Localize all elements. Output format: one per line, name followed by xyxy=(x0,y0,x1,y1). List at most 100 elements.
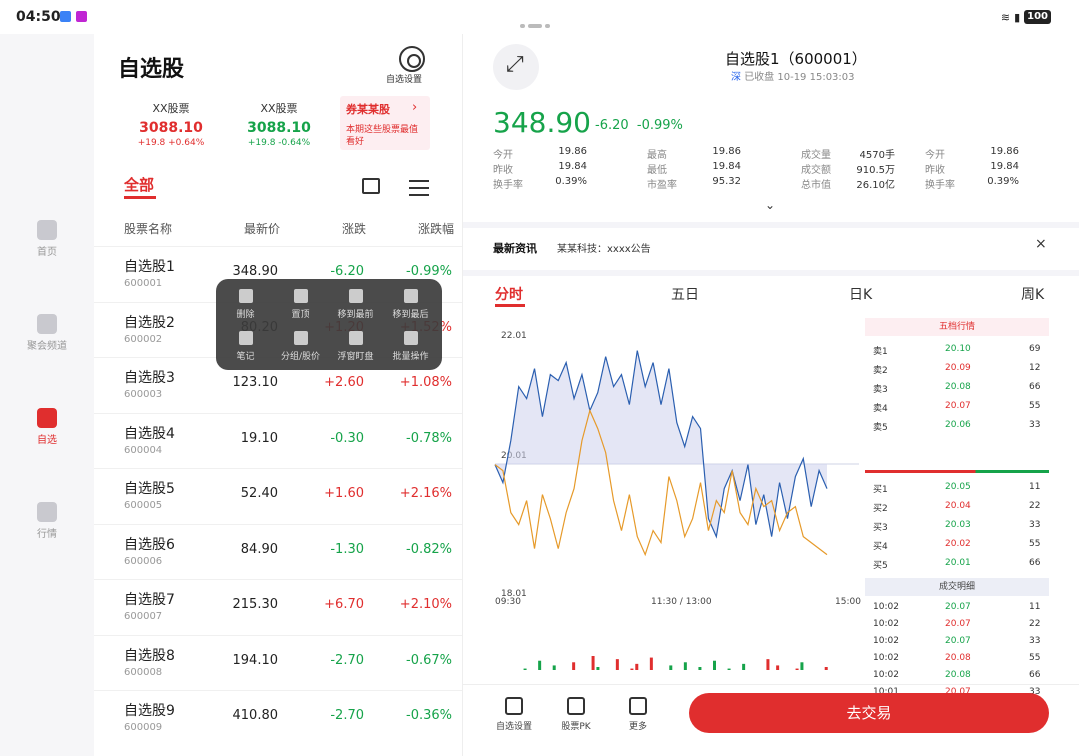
index-name: XX股票 xyxy=(260,102,298,115)
index-value: 3088.10 xyxy=(247,120,311,136)
level-label: 卖5 xyxy=(873,423,888,433)
status-time: 04:50 xyxy=(16,9,61,25)
stock-title: 自选股1（600001） xyxy=(725,50,867,68)
level-label: 10:02 xyxy=(873,670,899,680)
quote-value: 19.84 xyxy=(712,161,741,172)
menu-icon[interactable] xyxy=(409,180,429,201)
stock-change: -0.30 xyxy=(330,430,364,446)
order-book-row: 买5 20.01 66 xyxy=(873,558,1045,576)
nav-label: 行情 xyxy=(37,529,57,540)
multitask-handle[interactable] xyxy=(520,13,558,28)
tab-all[interactable]: 全部 xyxy=(124,174,154,195)
col-price[interactable]: 最新价 xyxy=(244,220,280,237)
price-area xyxy=(495,350,827,537)
stock-name: 自选股4 xyxy=(124,425,175,442)
nav-item-channel[interactable]: 聚会频道 xyxy=(24,314,70,352)
table-row[interactable]: 自选股8 600008 194.10 -2.70 -0.67% xyxy=(94,634,462,690)
stock-change: +6.70 xyxy=(324,597,364,612)
volume-bar xyxy=(742,663,746,670)
level-label: 买2 xyxy=(873,504,888,514)
tab-daily-k[interactable]: 日K xyxy=(849,284,872,304)
level-volume: 22 xyxy=(1029,501,1041,511)
menu-item-label: 置顶 xyxy=(291,310,310,320)
market-badge: 深 xyxy=(731,72,741,83)
order-book-row: 卖2 20.09 12 xyxy=(873,363,1045,381)
level-price: 20.10 xyxy=(945,344,971,354)
menu-item-pin[interactable]: 置顶 xyxy=(273,289,328,320)
trade-button[interactable]: 去交易 xyxy=(689,693,1049,733)
table-row[interactable]: 自选股4 600004 19.10 -0.30 -0.78% xyxy=(94,412,462,468)
sim-icon: ▮ xyxy=(1014,10,1021,24)
stock-change: -1.30 xyxy=(330,541,364,557)
stock-code: 600002 xyxy=(124,333,163,345)
menu-item-label: 移到最后 xyxy=(392,310,429,320)
order-book-row: 卖1 20.10 69 xyxy=(873,344,1045,362)
batch-icon xyxy=(403,331,418,345)
stock-price: 215.30 xyxy=(232,597,279,612)
tab-five-day[interactable]: 五日 xyxy=(671,284,699,304)
menu-item-note[interactable]: 笔记 xyxy=(218,331,273,362)
stock-change-pct: -0.78% xyxy=(406,430,452,446)
table-row[interactable]: 自选股6 600006 84.90 -1.30 -0.82% xyxy=(94,523,462,579)
volume-bar xyxy=(698,667,702,670)
promo-card[interactable]: 券某某股 › 本期这些股票最值看好 xyxy=(340,96,430,150)
settings-label[interactable]: 自选设置 xyxy=(386,72,422,85)
gear-icon[interactable] xyxy=(399,46,425,72)
intraday-chart[interactable]: 22.0120.0118.0109:3011:30 / 13:0015:00 xyxy=(463,314,863,670)
price-change: -6.20 -0.99% xyxy=(595,118,683,133)
table-row[interactable]: 自选股9 600009 410.80 -2.70 -0.36% xyxy=(94,690,462,745)
level-label: 买3 xyxy=(873,523,888,533)
nav-item-watchlist[interactable]: 自选 xyxy=(24,408,70,446)
order-book-row: 卖3 20.08 66 xyxy=(873,382,1045,400)
tab-intraday[interactable]: 分时 xyxy=(495,284,523,304)
app-notification-icon-2 xyxy=(76,11,87,22)
table-row[interactable]: 自选股7 600007 215.30 +6.70 +2.10% xyxy=(94,579,462,634)
stock-change-pct: -0.36% xyxy=(406,708,452,723)
menu-item-batch[interactable]: 批量操作 xyxy=(383,331,438,362)
bottom-toolbar: 自选设置 股票PK 更多 去交易 xyxy=(463,684,1079,756)
copy-icon[interactable] xyxy=(362,178,380,194)
level-label: 卖2 xyxy=(873,366,888,376)
x-tick-label: 15:00 xyxy=(835,597,861,607)
menu-item-move-first[interactable]: 移到最前 xyxy=(328,289,383,320)
close-icon[interactable]: × xyxy=(1035,236,1047,252)
menu-item-group[interactable]: 分组/股价 xyxy=(273,331,328,362)
table-row[interactable]: 自选股5 600005 52.40 +1.60 +2.16% xyxy=(94,468,462,523)
news-bar[interactable]: 最新资讯 某某科技：xxxx公告 × xyxy=(463,228,1079,270)
watchlist-settings-button[interactable]: 自选设置 xyxy=(489,697,539,732)
stock-price: 19.10 xyxy=(240,430,278,446)
col-pct[interactable]: 涨跌幅 xyxy=(418,220,454,237)
quote-value: 95.32 xyxy=(712,176,741,187)
more-button[interactable]: 更多 xyxy=(613,697,663,732)
volume-bar xyxy=(635,663,639,670)
tab-weekly-k[interactable]: 周K xyxy=(1021,284,1044,304)
grid-dots-icon xyxy=(505,697,523,715)
stock-pk-button[interactable]: 股票PK xyxy=(551,697,601,732)
stock-name: 自选股8 xyxy=(124,647,175,664)
expand-icon[interactable] xyxy=(493,44,539,90)
order-book-row: 10:02 20.07 11 xyxy=(873,602,1045,620)
menu-item-move-last[interactable]: 移到最后 xyxy=(383,289,438,320)
stock-name: 自选股6 xyxy=(124,536,175,553)
menu-item-delete[interactable]: 删除 xyxy=(218,289,273,320)
col-change[interactable]: 涨跌 xyxy=(342,220,366,237)
nav-item-home[interactable]: 首页 xyxy=(24,220,70,258)
stock-subtitle: 深 已收盘 10-19 15:03:03 xyxy=(731,68,855,83)
menu-item-float-window[interactable]: 浮窗盯盘 xyxy=(328,331,383,362)
stock-price: 84.90 xyxy=(240,541,278,557)
level-price: 20.02 xyxy=(945,539,971,549)
volume-bar xyxy=(669,665,673,670)
table-header: 股票名称 最新价 涨跌 涨跌幅 xyxy=(94,216,462,244)
page-title: 自选股 xyxy=(118,57,185,82)
level-volume: 55 xyxy=(1029,653,1041,663)
chevron-down-icon[interactable]: ⌄ xyxy=(765,198,775,212)
side-nav: 首页 聚会频道 自选 行情 xyxy=(0,34,94,756)
col-name[interactable]: 股票名称 xyxy=(124,220,172,237)
change-pct: -0.99% xyxy=(636,118,683,133)
index-card[interactable]: XX股票 3088.10 +19.8 -0.64% xyxy=(224,100,334,148)
index-card[interactable]: XX股票 3088.10 +19.8 +0.64% xyxy=(116,100,226,148)
nav-item-market[interactable]: 行情 xyxy=(24,502,70,540)
stock-code: 600008 xyxy=(124,666,163,678)
order-book-header: 成交明细 xyxy=(865,578,1049,596)
volume-bar xyxy=(615,659,619,670)
